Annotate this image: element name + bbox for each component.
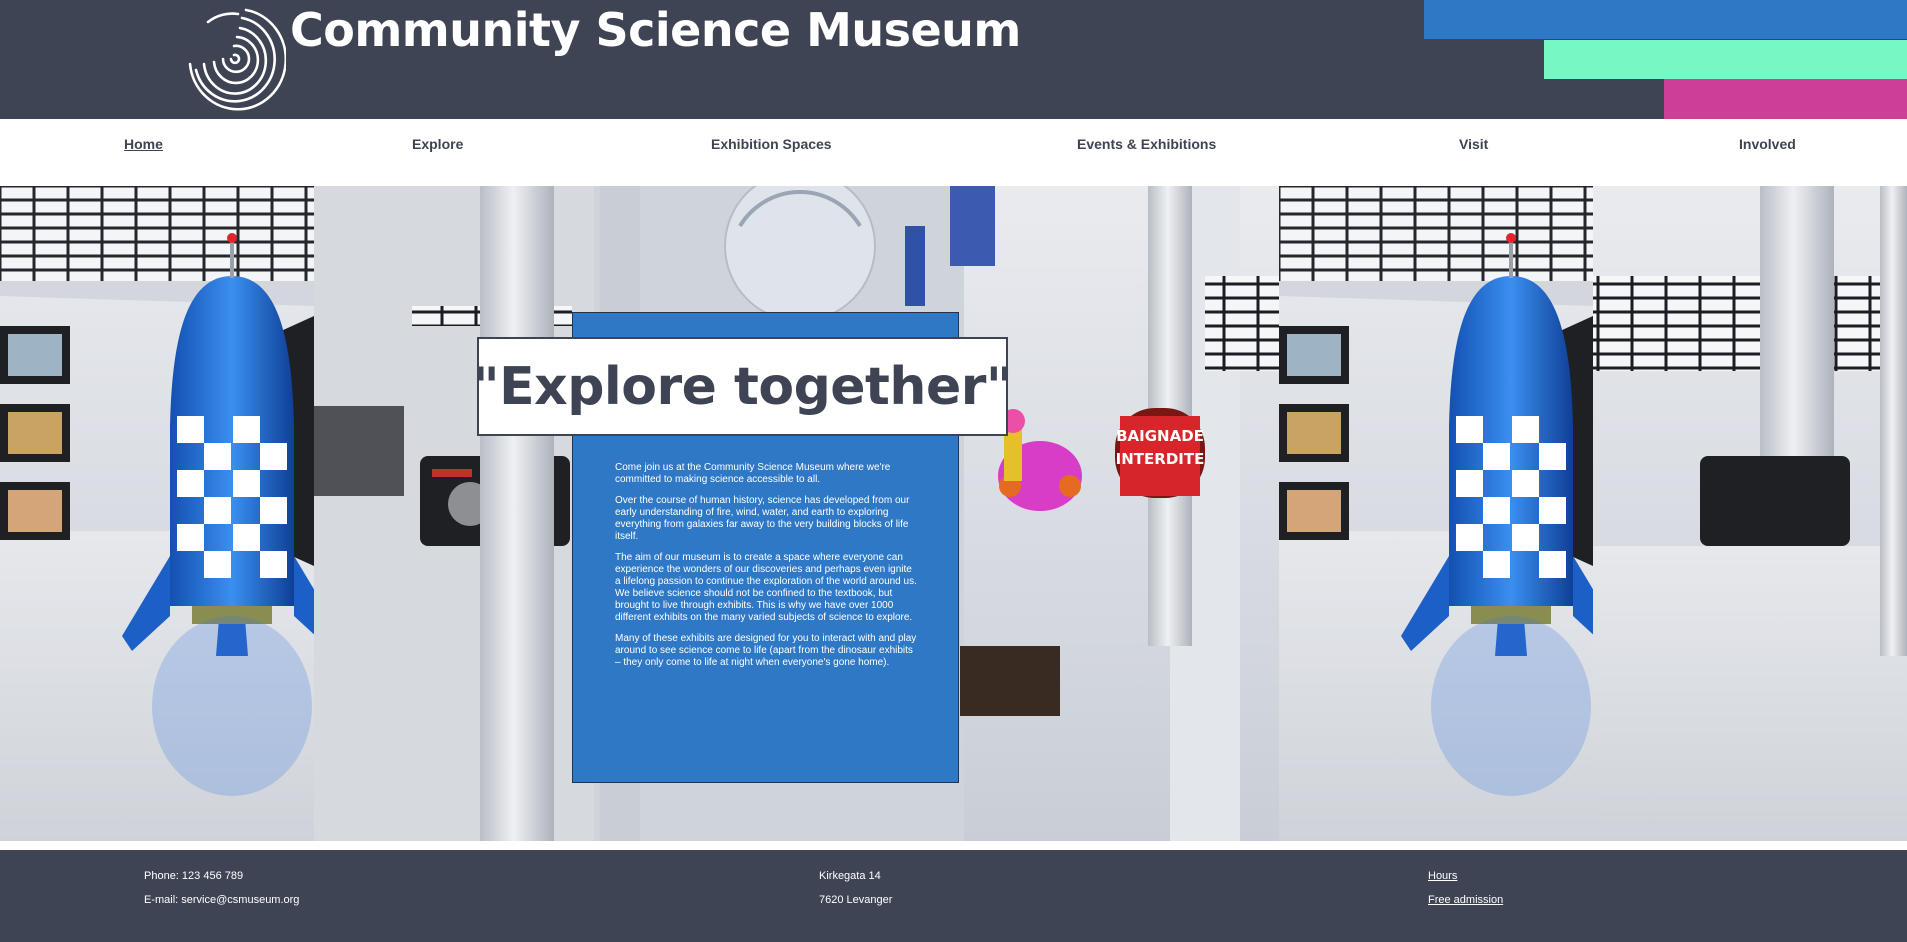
- site-header: Community Science Museum: [0, 0, 1907, 119]
- spiral-logo-icon[interactable]: [184, 4, 286, 116]
- accent-bar-blue: [1424, 0, 1907, 39]
- accent-bar-pink: [1664, 79, 1907, 119]
- nav-item-involved[interactable]: Involved: [1739, 119, 1796, 170]
- nav-item-exhibition-spaces[interactable]: Exhibition Spaces: [711, 119, 832, 170]
- intro-paragraph-3: The aim of our museum is to create a spa…: [615, 552, 917, 623]
- footer-street: Kirkegata 14: [819, 870, 881, 882]
- tagline-box: "Explore together": [473, 337, 1013, 436]
- hours-link[interactable]: Hours: [1428, 870, 1457, 882]
- nav-item-home[interactable]: Home: [124, 119, 163, 170]
- svg-text:INTERDITE: INTERDITE: [1116, 450, 1205, 468]
- intro-paragraph-1: Come join us at the Community Science Mu…: [615, 462, 891, 485]
- sign-text: BAIGNADE: [1116, 427, 1204, 445]
- intro-paragraph-2: Over the course of human history, scienc…: [615, 495, 910, 542]
- footer-email: E-mail: service@csmuseum.org: [144, 894, 300, 906]
- intro-paragraph-4: Many of these exhibits are designed for …: [615, 633, 917, 668]
- footer-phone: Phone: 123 456 789: [144, 870, 244, 882]
- nav-item-visit[interactable]: Visit: [1459, 119, 1488, 170]
- footer-city: 7620 Levanger: [819, 894, 893, 906]
- nav-item-events-exhibitions[interactable]: Events & Exhibitions: [1077, 119, 1216, 170]
- accent-bar-mint: [1544, 40, 1907, 79]
- free-admission-link[interactable]: Free admission: [1428, 894, 1503, 906]
- nav-item-explore[interactable]: Explore: [412, 119, 463, 170]
- site-title: Community Science Museum: [290, 3, 1021, 57]
- hero-section: BAIGNADE INTERDITE Come join us at the C…: [0, 186, 1907, 841]
- main-navigation: Home Explore Exhibition Spaces Events & …: [0, 119, 1907, 186]
- intro-text: Come join us at the Community Science Mu…: [615, 462, 920, 678]
- site-footer: Phone: 123 456 789 E-mail: service@csmus…: [0, 850, 1907, 942]
- tagline: "Explore together": [472, 356, 1013, 417]
